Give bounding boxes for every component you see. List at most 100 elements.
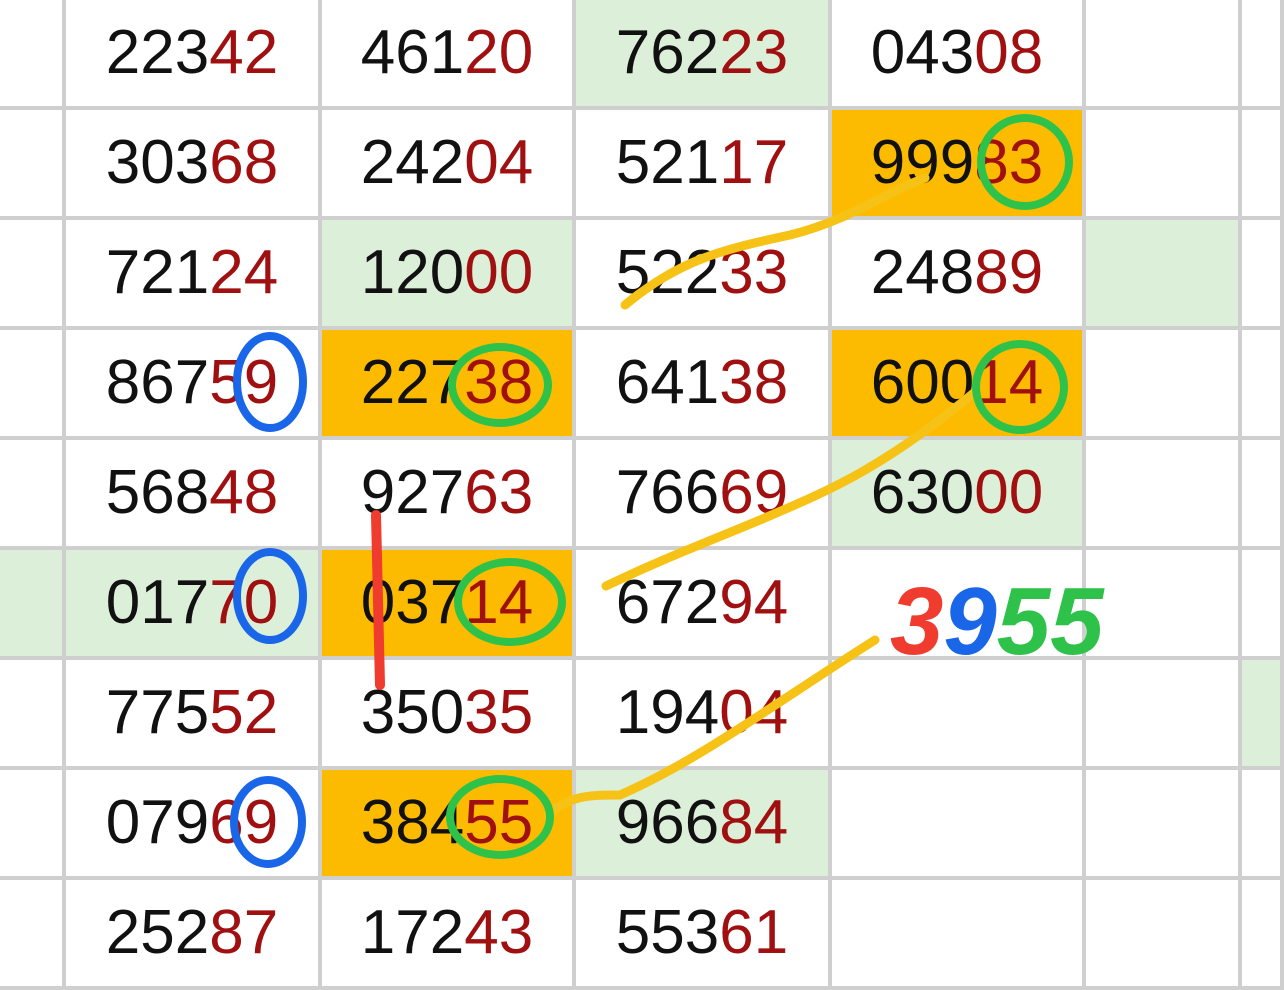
spreadsheet-grid: 0223424612076223043082303682420452117999… [0, 0, 1284, 972]
grid-cell[interactable] [1086, 880, 1242, 990]
grid-cell[interactable] [1086, 440, 1242, 550]
grid-cell[interactable]: 46120 [322, 0, 576, 110]
grid-cell[interactable] [832, 770, 1086, 880]
cell-leading-digits: 762 [616, 22, 719, 84]
grid-cell[interactable]: 03714 [322, 550, 576, 660]
cell-trailing-digits: 55 [464, 792, 533, 854]
grid-cell[interactable]: 63000 [832, 440, 1086, 550]
cell-leading-digits: 867 [106, 352, 209, 414]
cell-trailing-digits: 38 [464, 352, 533, 414]
grid-cell[interactable]: 12000 [322, 220, 576, 330]
cell-leading-digits: 522 [616, 242, 719, 304]
grid-cell[interactable]: 76669 [576, 440, 832, 550]
grid-cell[interactable] [1242, 220, 1284, 330]
cell-trailing-digits: 42 [209, 22, 278, 84]
grid-cell[interactable]: 24889 [832, 220, 1086, 330]
grid-cell[interactable] [1086, 770, 1242, 880]
grid-cell[interactable]: 22342 [66, 0, 322, 110]
grid-cell[interactable] [1242, 880, 1284, 990]
grid-cell[interactable] [1242, 770, 1284, 880]
grid-cell[interactable]: 96684 [576, 770, 832, 880]
grid-cell[interactable] [1086, 660, 1242, 770]
grid-cell[interactable]: 64138 [576, 330, 832, 440]
grid-cell[interactable] [1242, 110, 1284, 220]
grid-cell[interactable]: 76223 [576, 0, 832, 110]
grid-cell[interactable]: 01770 [66, 550, 322, 660]
grid-cell[interactable] [1242, 0, 1284, 110]
cell-trailing-digits: 04 [464, 132, 533, 194]
cell-trailing-digits: 43 [464, 902, 533, 964]
cell-leading-digits: 350 [361, 682, 464, 744]
grid-cell[interactable] [1242, 660, 1284, 770]
grid-cell[interactable]: 24204 [322, 110, 576, 220]
grid-cell[interactable]: 19404 [576, 660, 832, 770]
cell-leading-digits: 079 [106, 792, 209, 854]
grid-cell[interactable] [832, 880, 1086, 990]
grid-cell[interactable] [0, 880, 66, 990]
grid-cell[interactable] [1086, 330, 1242, 440]
cell-trailing-digits: 38 [719, 352, 788, 414]
cell-leading-digits: 521 [616, 132, 719, 194]
grid-cell[interactable]: 5 [0, 220, 66, 330]
cell-trailing-digits: 04 [719, 682, 788, 744]
grid-cell[interactable] [1242, 440, 1284, 550]
cell-leading-digits: 248 [871, 242, 974, 304]
grid-cell[interactable] [1086, 220, 1242, 330]
grid-cell[interactable] [0, 770, 66, 880]
cell-trailing-digits: 89 [974, 242, 1043, 304]
grid-cell[interactable]: 2 [0, 110, 66, 220]
cell-leading-digits: 927 [361, 462, 464, 524]
grid-cell[interactable]: 22738 [322, 330, 576, 440]
cell-trailing-digits: 48 [209, 462, 278, 524]
cell-trailing-digits: 00 [974, 462, 1043, 524]
grid-cell[interactable]: 04308 [832, 0, 1086, 110]
cell-leading-digits: 252 [106, 902, 209, 964]
grid-cell[interactable]: 25287 [66, 880, 322, 990]
cell-leading-digits: 641 [616, 352, 719, 414]
grid-cell[interactable]: 52233 [576, 220, 832, 330]
cell-leading-digits: 966 [616, 792, 719, 854]
grid-cell[interactable]: 0 [0, 440, 66, 550]
grid-cell[interactable] [832, 550, 1086, 660]
grid-cell[interactable] [1086, 550, 1242, 660]
grid-cell[interactable]: 07969 [66, 770, 322, 880]
cell-leading-digits: 600 [871, 352, 974, 414]
grid-cell[interactable] [1086, 110, 1242, 220]
grid-cell[interactable]: 86759 [66, 330, 322, 440]
grid-cell[interactable] [1242, 550, 1284, 660]
cell-trailing-digits: 23 [719, 22, 788, 84]
grid-cell[interactable]: 60014 [832, 330, 1086, 440]
grid-cell[interactable]: 35035 [322, 660, 576, 770]
cell-trailing-digits: 63 [464, 462, 533, 524]
grid-cell[interactable]: 56848 [66, 440, 322, 550]
grid-cell[interactable] [832, 660, 1086, 770]
cell-leading-digits: 223 [106, 22, 209, 84]
grid-cell[interactable]: 72124 [66, 220, 322, 330]
grid-cell[interactable] [0, 660, 66, 770]
grid-cell[interactable]: 77552 [66, 660, 322, 770]
cell-trailing-digits: 84 [719, 792, 788, 854]
grid-cell[interactable]: 1 [0, 550, 66, 660]
grid-cell[interactable]: 99983 [832, 110, 1086, 220]
cell-trailing-digits: 87 [209, 902, 278, 964]
grid-cell[interactable]: 0 [0, 0, 66, 110]
cell-leading-digits: 017 [106, 572, 209, 634]
grid-cell[interactable] [1242, 330, 1284, 440]
grid-cell[interactable] [1086, 0, 1242, 110]
cell-leading-digits: 672 [616, 572, 719, 634]
grid-cell[interactable]: 67294 [576, 550, 832, 660]
grid-cell[interactable]: 30368 [66, 110, 322, 220]
grid-cell[interactable]: 55361 [576, 880, 832, 990]
grid-cell[interactable]: 17243 [322, 880, 576, 990]
cell-leading-digits: 242 [361, 132, 464, 194]
grid-cell[interactable]: 92763 [322, 440, 576, 550]
cell-leading-digits: 172 [361, 902, 464, 964]
cell-trailing-digits: 59 [209, 352, 278, 414]
cell-trailing-digits: 52 [209, 682, 278, 744]
grid-cell[interactable]: 52117 [576, 110, 832, 220]
cell-trailing-digits: 20 [464, 22, 533, 84]
grid-cell[interactable]: 7 [0, 330, 66, 440]
grid-cell[interactable]: 38455 [322, 770, 576, 880]
cell-trailing-digits: 14 [464, 572, 533, 634]
cell-leading-digits: 194 [616, 682, 719, 744]
